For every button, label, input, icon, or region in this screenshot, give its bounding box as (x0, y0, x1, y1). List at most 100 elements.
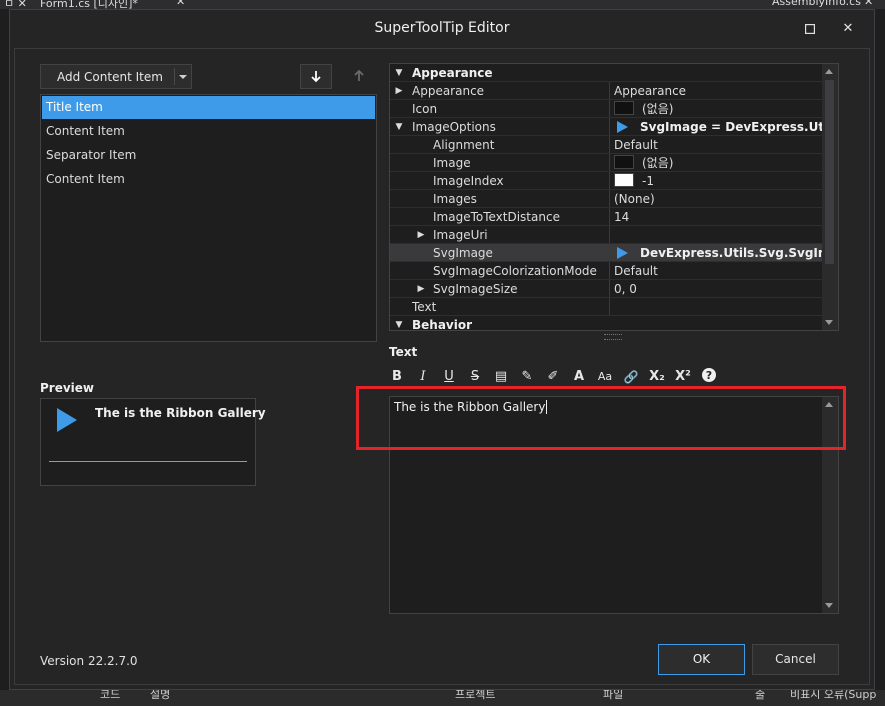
italic-icon[interactable]: I (412, 366, 434, 388)
property-name: Behavior (412, 318, 473, 331)
property-value[interactable]: DevExpress.Utils.Svg.SvgImage (609, 244, 822, 261)
ide-tab-close-icon[interactable]: ✕ (176, 0, 185, 8)
highlight-icon[interactable]: ✎ (516, 366, 538, 388)
move-down-button[interactable] (300, 64, 332, 89)
color-swatch-icon (614, 101, 634, 115)
arrow-up-icon (354, 69, 364, 81)
property-row[interactable]: Icon (없음) (390, 100, 822, 118)
cancel-button[interactable]: Cancel (752, 644, 839, 675)
property-value[interactable]: (없음) (609, 100, 822, 117)
property-row[interactable]: SvgImageColorizationMode Default (390, 262, 822, 280)
split-divider (174, 68, 175, 85)
preview-label: Preview (40, 381, 95, 395)
property-name: SvgImageColorizationMode (433, 264, 597, 278)
text-label: Text (389, 345, 418, 359)
link-icon[interactable]: 🔗 (620, 366, 642, 388)
property-value[interactable]: SvgImage = DevExpress.Utils.Svg.SvgImage (609, 118, 822, 135)
property-value[interactable]: Default (609, 262, 822, 279)
ok-button[interactable]: OK (658, 644, 745, 675)
col-project[interactable]: 프로젝트 (455, 690, 495, 702)
move-up-button[interactable] (344, 64, 376, 89)
list-item-content-item[interactable]: Content Item (42, 120, 375, 143)
property-row[interactable]: ImageToTextDistance 14 (390, 208, 822, 226)
bold-icon[interactable]: B (386, 366, 408, 388)
expand-arrow-icon[interactable]: ▶ (414, 226, 428, 244)
preview-separator (49, 461, 247, 462)
splitter-grip[interactable] (604, 334, 622, 340)
property-category[interactable]: ▼ Behavior (390, 316, 822, 331)
property-row[interactable]: ImageIndex -1 (390, 172, 822, 190)
property-name: Alignment (433, 138, 495, 152)
property-row[interactable]: Text (390, 298, 822, 316)
property-row[interactable]: SvgImage DevExpress.Utils.Svg.SvgImage (390, 244, 822, 262)
property-value[interactable] (609, 226, 822, 243)
col-line[interactable]: 줄 (755, 690, 765, 702)
help-icon[interactable]: ? (698, 366, 720, 388)
close-icon[interactable]: ✕ (834, 16, 862, 42)
property-value[interactable]: 14 (609, 208, 822, 225)
property-row[interactable]: ▶ Appearance Appearance (390, 82, 822, 100)
property-value[interactable] (609, 298, 822, 315)
col-code[interactable]: 코드 (100, 690, 120, 702)
list-icon[interactable]: ▤ (490, 366, 512, 388)
dialog-title: SuperToolTip Editor (374, 20, 510, 36)
list-item-separator-item[interactable]: Separator Item (42, 144, 375, 167)
list-item-content-item[interactable]: Content Item (42, 168, 375, 191)
underline-icon[interactable]: U (438, 366, 460, 388)
scroll-down-icon[interactable] (825, 603, 833, 608)
property-name: ImageOptions (412, 120, 496, 134)
ide-tab-close-icon[interactable]: ㅁ ✕ (4, 0, 27, 9)
property-grid-scrollbar[interactable] (822, 64, 838, 330)
property-name: ImageToTextDistance (433, 210, 560, 224)
property-grid: ▼ Appearance ▶ Appearance Appearance Icon (없음)… (389, 63, 839, 331)
scroll-down-icon[interactable] (825, 320, 833, 325)
expand-arrow-icon[interactable]: ▶ (414, 280, 428, 298)
font-case-icon[interactable]: Aa (594, 366, 616, 388)
col-file[interactable]: 파일 (603, 690, 623, 702)
collapse-arrow-icon[interactable]: ▼ (392, 316, 406, 330)
scrollbar-thumb[interactable] (825, 80, 834, 264)
property-row[interactable]: ▶ ImageUri (390, 226, 822, 244)
property-value[interactable]: Default (609, 136, 822, 153)
property-value[interactable]: (None) (609, 190, 822, 207)
property-row[interactable]: Alignment Default (390, 136, 822, 154)
strikethrough-icon[interactable]: S (464, 366, 486, 388)
property-value[interactable]: Appearance (609, 82, 822, 99)
property-row[interactable]: Images (None) (390, 190, 822, 208)
chevron-down-icon[interactable] (179, 75, 187, 79)
ide-tab-form1[interactable]: Form1.cs [디자인]* (40, 0, 138, 9)
property-value-text: 0, 0 (614, 282, 637, 296)
play-icon (57, 408, 77, 432)
property-category[interactable]: ▼ Appearance (390, 64, 822, 82)
maximize-icon[interactable] (796, 16, 824, 42)
property-value-text: Default (614, 138, 658, 152)
property-value-text: (None) (614, 192, 655, 206)
col-description[interactable]: 설명 (150, 690, 170, 702)
ide-tab-close-icon[interactable]: ✕ (864, 0, 873, 8)
property-row[interactable]: ▼ ImageOptions SvgImage = DevExpress.Utils… (390, 118, 822, 136)
property-name: SvgImageSize (433, 282, 518, 296)
scroll-up-icon[interactable] (825, 69, 833, 74)
ide-tab-assemblyinfo[interactable]: AssemblyInfo.cs (772, 0, 861, 8)
dialog-titlebar[interactable]: SuperToolTip Editor ✕ (10, 10, 874, 48)
property-row[interactable]: ▶ SvgImageSize 0, 0 (390, 280, 822, 298)
list-item-title-item[interactable]: Title Item (42, 96, 375, 119)
property-value[interactable]: (없음) (609, 154, 822, 171)
add-content-item-button[interactable]: Add Content Item (40, 64, 192, 89)
property-value-text: Appearance (614, 84, 687, 98)
property-value-text: SvgImage = DevExpress.Utils.Svg.SvgImage (640, 120, 822, 134)
collapse-arrow-icon[interactable]: ▼ (392, 118, 406, 136)
property-name: Images (433, 192, 477, 206)
font-color-icon[interactable]: ✐ (542, 366, 564, 388)
property-value[interactable]: 0, 0 (609, 280, 822, 297)
subscript-icon[interactable]: X₂ (646, 366, 668, 388)
collapse-arrow-icon[interactable]: ▼ (392, 64, 406, 82)
property-value[interactable]: -1 (609, 172, 822, 189)
property-row[interactable]: Image (없음) (390, 154, 822, 172)
col-suppression[interactable]: 비표시 오류(Supp (790, 690, 876, 702)
superscript-icon[interactable]: X² (672, 366, 694, 388)
ide-error-list-header: 코드 설명 프로젝트 파일 줄 비표시 오류(Supp (0, 690, 885, 706)
font-size-icon[interactable]: A (568, 366, 590, 388)
expand-arrow-icon[interactable]: ▶ (392, 82, 406, 100)
svg-text:?: ? (706, 369, 712, 382)
